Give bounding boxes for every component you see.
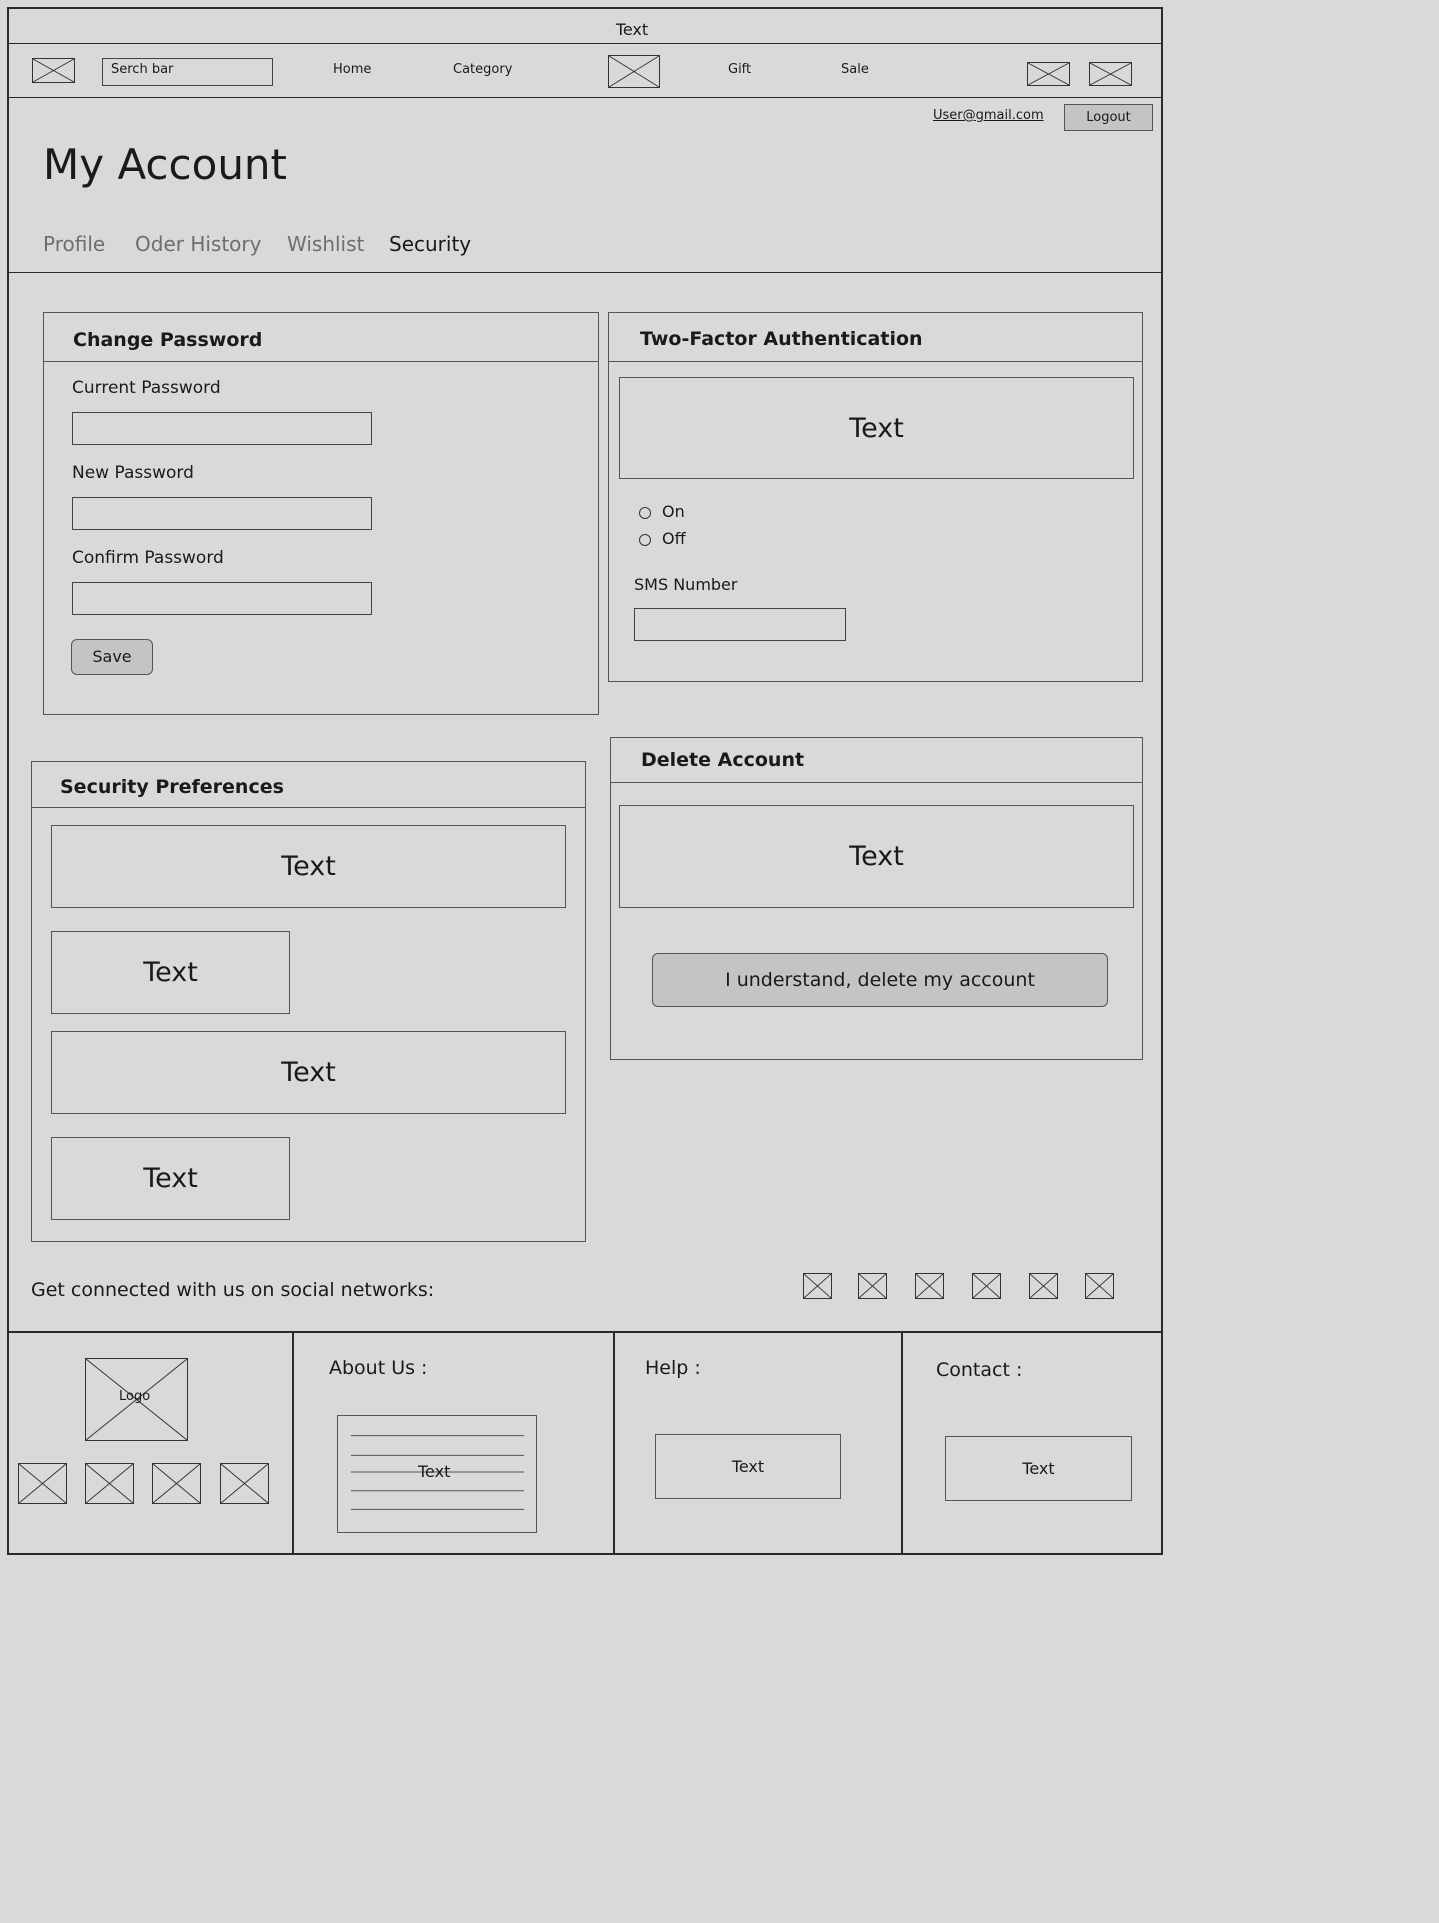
save-button[interactable]: Save xyxy=(71,639,153,675)
help-title: Help : xyxy=(645,1357,701,1379)
page-title: My Account xyxy=(43,140,288,189)
delete-account-button[interactable]: I understand, delete my account xyxy=(652,953,1108,1007)
panel-header: Security Preferences xyxy=(32,762,585,808)
logout-button[interactable]: Logout xyxy=(1064,104,1153,131)
tab-security[interactable]: Security xyxy=(389,232,471,256)
divider xyxy=(7,43,1163,44)
search-placeholder: Serch bar xyxy=(111,62,174,77)
tab-order-history[interactable]: Oder History xyxy=(135,232,261,256)
preference-text-1: Text xyxy=(51,825,566,908)
contact-text[interactable]: Text xyxy=(945,1436,1132,1501)
divider xyxy=(7,272,1163,273)
about-us-title: About Us : xyxy=(329,1357,428,1379)
sms-number-label: SMS Number xyxy=(634,575,738,594)
cart-icon[interactable] xyxy=(1027,62,1070,86)
contact-title: Contact : xyxy=(936,1359,1023,1381)
new-password-label: New Password xyxy=(72,463,194,483)
footer-column-divider xyxy=(901,1332,903,1554)
about-us-textblock: Text xyxy=(337,1415,537,1533)
preference-text-3: Text xyxy=(51,1031,566,1114)
footer-icon-1[interactable] xyxy=(18,1463,67,1504)
footer-column-divider xyxy=(613,1332,615,1554)
two-factor-title: Two-Factor Authentication xyxy=(640,328,923,350)
change-password-title: Change Password xyxy=(73,329,263,351)
brand-icon[interactable] xyxy=(32,58,75,83)
social-icon-2[interactable] xyxy=(858,1273,887,1299)
divider xyxy=(7,97,1163,98)
nav-gift[interactable]: Gift xyxy=(728,62,751,77)
delete-account-text: Text xyxy=(619,805,1134,908)
current-password-input[interactable] xyxy=(72,412,372,445)
radio-off-label: Off xyxy=(662,529,686,548)
nav-category[interactable]: Category xyxy=(453,62,512,77)
radio-on-label: On xyxy=(662,502,685,521)
social-icon-6[interactable] xyxy=(1085,1273,1114,1299)
footer-logo[interactable]: Logo xyxy=(85,1358,188,1441)
user-email-link[interactable]: User@gmail.com xyxy=(933,108,1044,123)
current-password-label: Current Password xyxy=(72,378,221,398)
sms-number-input[interactable] xyxy=(634,608,846,641)
new-password-input[interactable] xyxy=(72,497,372,530)
radio-on[interactable] xyxy=(639,507,651,519)
panel-header: Two-Factor Authentication xyxy=(609,313,1142,362)
social-icon-1[interactable] xyxy=(803,1273,832,1299)
tab-wishlist[interactable]: Wishlist xyxy=(287,232,364,256)
delete-account-title: Delete Account xyxy=(641,749,805,771)
preference-text-2: Text xyxy=(51,931,290,1014)
two-factor-text: Text xyxy=(619,377,1134,479)
footer-icon-4[interactable] xyxy=(220,1463,269,1504)
preference-text-4: Text xyxy=(51,1137,290,1220)
security-preferences-title: Security Preferences xyxy=(60,776,284,798)
top-banner-text: Text xyxy=(615,20,649,39)
confirm-password-label: Confirm Password xyxy=(72,548,224,568)
top-banner: Text xyxy=(0,20,1264,39)
social-icon-3[interactable] xyxy=(915,1273,944,1299)
tab-profile[interactable]: Profile xyxy=(43,232,105,256)
footer-column-divider xyxy=(292,1332,294,1554)
user-icon[interactable] xyxy=(1089,62,1132,86)
radio-off[interactable] xyxy=(639,534,651,546)
logo-icon[interactable] xyxy=(608,55,660,88)
footer-divider xyxy=(7,1331,1163,1333)
footer-logo-label: Logo xyxy=(119,1389,151,1404)
panel-header: Change Password xyxy=(44,313,598,362)
panel-header: Delete Account xyxy=(611,738,1142,783)
nav-sale[interactable]: Sale xyxy=(841,62,869,77)
about-us-text: Text xyxy=(418,1462,451,1481)
confirm-password-input[interactable] xyxy=(72,582,372,615)
footer-icon-2[interactable] xyxy=(85,1463,134,1504)
search-input[interactable]: Serch bar xyxy=(102,58,273,86)
social-label: Get connected with us on social networks… xyxy=(31,1279,435,1301)
footer-icon-3[interactable] xyxy=(152,1463,201,1504)
nav-home[interactable]: Home xyxy=(333,62,371,77)
social-icon-5[interactable] xyxy=(1029,1273,1058,1299)
social-icon-4[interactable] xyxy=(972,1273,1001,1299)
help-text[interactable]: Text xyxy=(655,1434,841,1499)
